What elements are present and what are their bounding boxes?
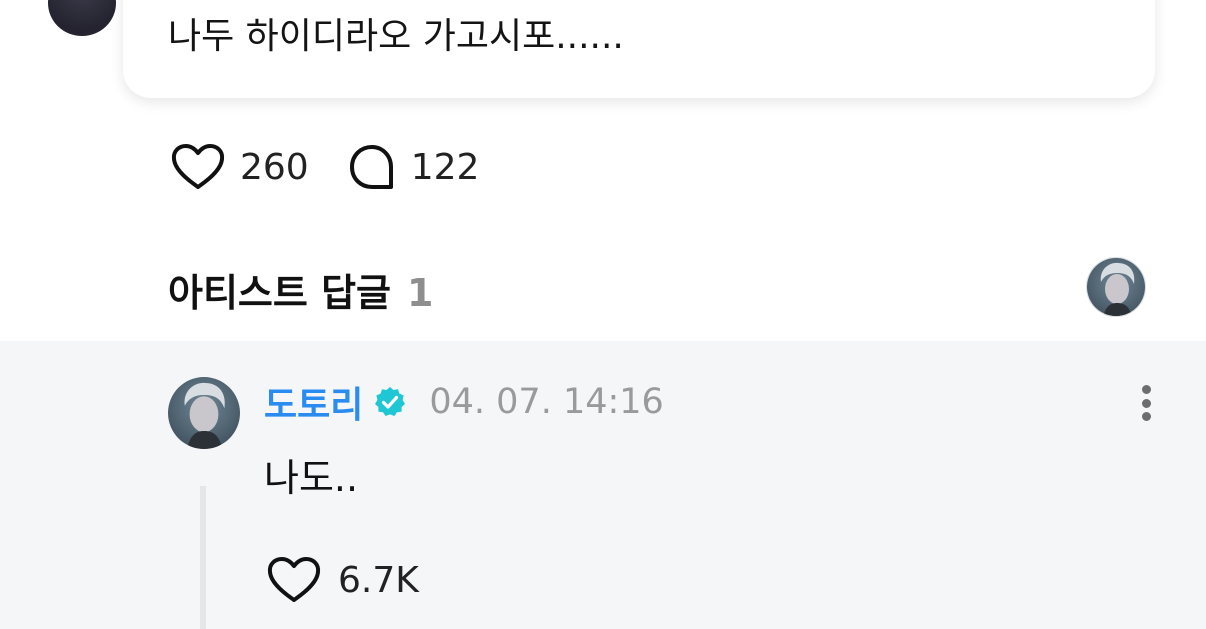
verified-badge-icon xyxy=(375,387,406,416)
artist-replies-header: 아티스트 답글 1 xyxy=(168,262,433,317)
like-button[interactable]: 260 xyxy=(170,142,309,192)
reply-author-name[interactable]: 도토리 xyxy=(264,376,363,428)
heart-outline-icon xyxy=(171,144,225,189)
artist-avatar-small[interactable] xyxy=(1086,257,1146,317)
vertical-ellipsis-icon xyxy=(1141,385,1151,394)
comment-thread-view: 나두 하이디라오 가고시포...... 260 122 아티스트 답글 1 도토… xyxy=(0,0,1206,629)
comment-count: 122 xyxy=(410,146,480,188)
reply-header: 도토리 04. 07. 14:16 xyxy=(264,377,664,427)
post-text: 나두 하이디라오 가고시포...... xyxy=(168,16,624,57)
reply-like-count: 6.7K xyxy=(338,559,419,601)
artist-reply: 도토리 04. 07. 14:16 나도.. 6.7K xyxy=(0,341,1206,629)
heart-outline-icon xyxy=(267,557,321,602)
reply-timestamp: 04. 07. 14:16 xyxy=(429,382,664,422)
vertical-ellipsis-icon xyxy=(1141,412,1151,421)
artist-portrait xyxy=(168,377,240,449)
more-options-button[interactable] xyxy=(1130,381,1162,425)
vertical-ellipsis-icon xyxy=(1141,398,1151,408)
reply-author-avatar[interactable] xyxy=(168,377,240,449)
artist-replies-count: 1 xyxy=(407,271,434,315)
artist-portrait xyxy=(1087,258,1145,316)
post-reactions: 260 122 xyxy=(170,142,479,192)
reply-like-button[interactable]: 6.7K xyxy=(266,555,419,605)
artist-replies-title: 아티스트 답글 xyxy=(168,271,391,315)
post-author-avatar[interactable] xyxy=(48,0,116,36)
like-count: 260 xyxy=(240,146,309,188)
comment-button[interactable]: 122 xyxy=(347,142,480,192)
thread-line xyxy=(200,486,206,629)
reply-text: 나도.. xyxy=(264,456,359,500)
speech-bubble-icon xyxy=(349,145,393,189)
post-bubble: 나두 하이디라오 가고시포...... xyxy=(123,0,1155,98)
